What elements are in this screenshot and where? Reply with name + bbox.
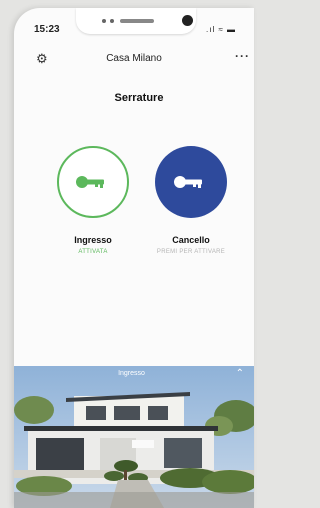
more-icon[interactable]: ··· — [235, 49, 250, 63]
lock-cancello-button[interactable] — [155, 146, 227, 218]
lock-ingresso-button[interactable] — [57, 146, 129, 218]
house-image — [14, 366, 254, 508]
status-time: 15:23 — [34, 24, 60, 35]
speaker-grille — [120, 19, 154, 23]
app-header: ⚙ Casa Milano ··· — [14, 48, 254, 70]
status-bar: 15:23 .ıl ≈ ▬ — [14, 8, 254, 42]
lock-name: Ingresso — [74, 235, 112, 245]
phone-screen: 15:23 .ıl ≈ ▬ ⚙ Casa Milano ··· Serratur… — [14, 8, 254, 508]
photo-caption: Ingresso — [118, 370, 145, 377]
key-icon — [76, 176, 104, 188]
page-title: Casa Milano — [106, 53, 162, 64]
sensor-dot — [102, 19, 106, 23]
sensor-dot — [110, 19, 114, 23]
notch — [76, 8, 196, 34]
status-icons: .ıl ≈ ▬ — [206, 25, 237, 34]
lock-name: Cancello — [172, 235, 210, 245]
house-photo[interactable]: Ingresso ⌃ — [14, 366, 254, 508]
lock-status: ATTIVATA — [78, 249, 108, 255]
chevron-up-icon[interactable]: ⌃ — [236, 368, 244, 379]
key-icon — [174, 176, 202, 188]
camera — [182, 15, 193, 26]
lock-status: PREMI PER ATTIVARE — [156, 249, 226, 255]
section-title: Serrature — [114, 92, 164, 104]
